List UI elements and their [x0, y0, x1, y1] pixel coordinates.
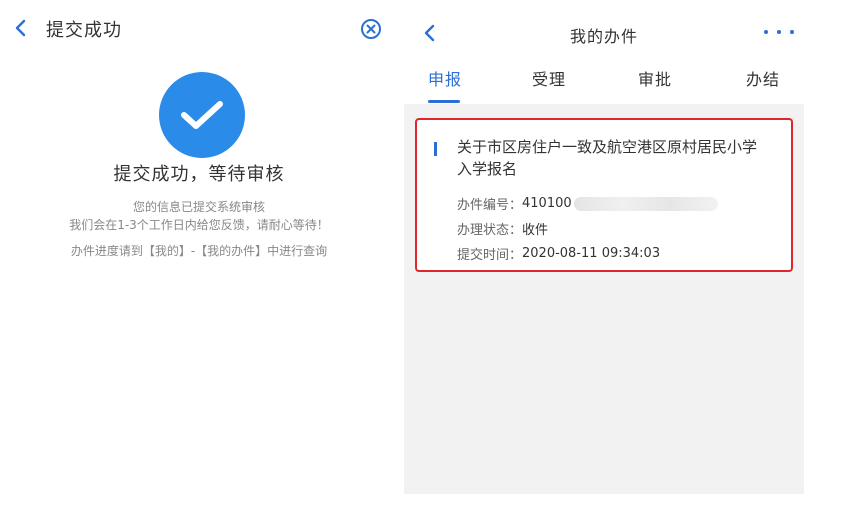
left-header: 提交成功: [0, 0, 398, 56]
right-header: 我的办件 申报 受理 审批 办结: [404, 0, 804, 104]
chevron-left-icon: [15, 19, 26, 37]
info-text-progress: 办件进度请到【我的】-【我的办件】中进行查询: [70, 244, 328, 258]
success-message: 提交成功，等待审核: [113, 164, 285, 185]
check-icon: [181, 101, 223, 129]
success-badge: [159, 72, 245, 158]
card-title-marker: [434, 142, 437, 156]
case-number-row: 办件编号： 410100: [457, 194, 718, 213]
page-title: 我的办件: [569, 27, 638, 46]
tab-accepted[interactable]: 受理: [532, 66, 566, 90]
close-circle-icon: [361, 19, 381, 39]
status-label: 办理状态：: [457, 223, 523, 238]
active-tab-indicator: [428, 100, 460, 103]
more-dots-icon[interactable]: [764, 24, 794, 40]
tab-completed[interactable]: 办结: [746, 66, 780, 90]
status-row: 办理状态： 收件: [457, 219, 548, 238]
info-text-submitted: 您的信息已提交系统审核: [132, 200, 265, 214]
tab-approval[interactable]: 审批: [638, 66, 672, 90]
status-value: 收件: [522, 223, 549, 238]
case-title: 关于市区房住户一致及航空港区原村居民小学入学报名: [457, 138, 758, 178]
submit-time-label: 提交时间：: [457, 248, 523, 263]
tab-declare[interactable]: 申报: [428, 66, 462, 90]
submit-time-value: 2020-08-11 09:34:03: [522, 246, 661, 261]
my-cases-screen: 我的办件 申报 受理 审批 办结 关于市区房住户一致及航空港区原村居民小学入学报…: [404, 0, 804, 494]
page-title: 提交成功: [46, 20, 122, 41]
back-button[interactable]: [8, 14, 32, 42]
case-number-value: 410100: [522, 196, 572, 211]
submit-time-row: 提交时间： 2020-08-11 09:34:03: [457, 244, 660, 263]
redacted-mask: [573, 196, 718, 211]
case-card[interactable]: 关于市区房住户一致及航空港区原村居民小学入学报名 办件编号： 410100 办理…: [415, 118, 793, 272]
close-button[interactable]: [358, 16, 384, 42]
case-number-label: 办件编号：: [457, 198, 523, 213]
status-tabs: 申报 受理 审批 办结: [404, 62, 804, 104]
info-text-feedback: 我们会在1-3个工作日内给您反馈，请耐心等待！: [69, 218, 329, 232]
submit-success-screen: 提交成功 提交成功，等待审核 您的信息已提交系统审核 我们会在1-3个工作日内给…: [0, 0, 398, 518]
